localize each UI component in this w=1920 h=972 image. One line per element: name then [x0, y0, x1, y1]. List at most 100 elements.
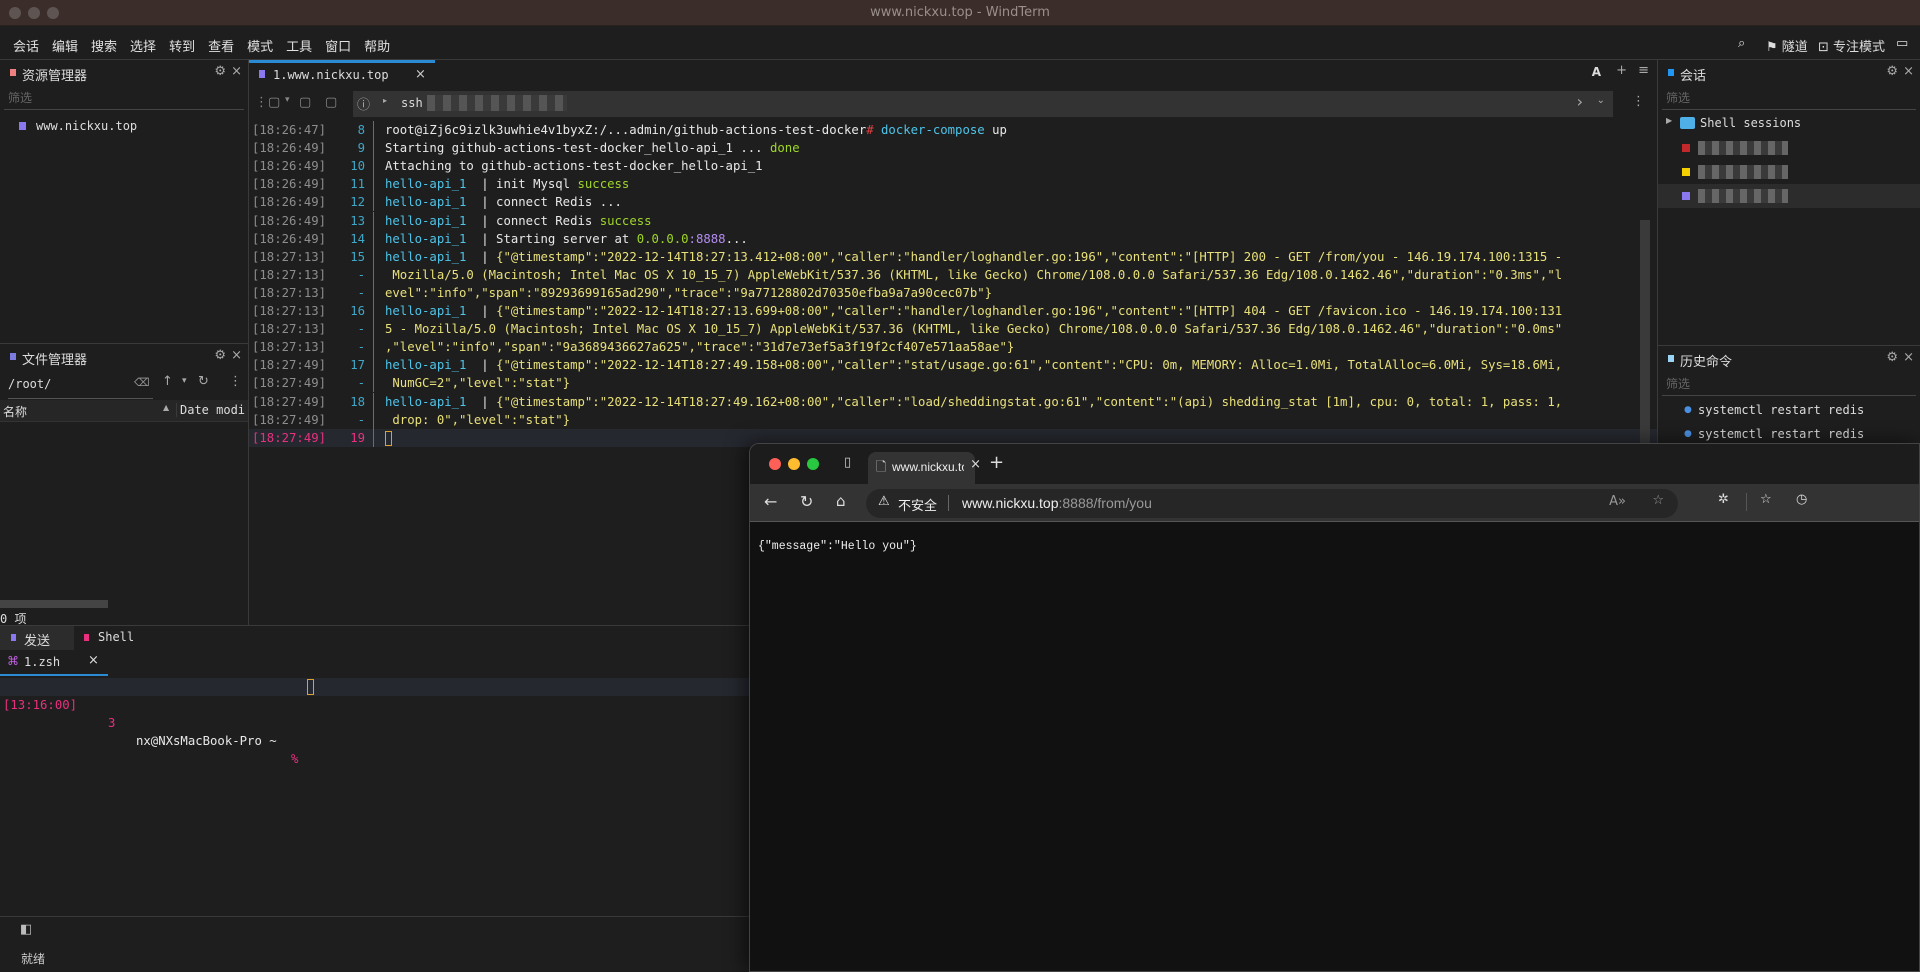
tab-shell[interactable]: Shell [80, 626, 154, 650]
menu-item[interactable]: 帮助 [364, 36, 390, 55]
more-icon[interactable]: ⋮ [229, 374, 242, 389]
new-tab-icon[interactable]: + [1616, 63, 1627, 78]
session-item[interactable] [1658, 184, 1920, 208]
info-icon[interactable]: ⓘ [357, 94, 370, 113]
zoom-window-button[interactable] [807, 458, 819, 470]
focus-label: 专注模式 [1833, 40, 1886, 55]
menu-item[interactable]: 转到 [169, 36, 195, 55]
line-number: - [357, 322, 365, 337]
close-icon[interactable]: × [1903, 64, 1914, 79]
tab-send[interactable]: 发送 [0, 626, 74, 650]
refresh-icon[interactable]: ↻ [800, 492, 813, 511]
browser-tab[interactable]: 🗋 www.nickxu.top:8888/from/you × [868, 452, 981, 484]
line-number: 16 [350, 304, 365, 318]
extensions-icon[interactable]: ✲ [1718, 492, 1729, 507]
explorer-filter-input[interactable]: 筛选 [4, 86, 244, 110]
menu-item[interactable]: 会话 [13, 36, 39, 55]
read-aloud-icon[interactable]: A» [1609, 494, 1626, 509]
close-tab-icon[interactable]: × [88, 653, 99, 668]
duplicate-session-icon[interactable]: ▢ [325, 95, 337, 110]
minimize-window-button[interactable] [788, 458, 800, 470]
menu-item[interactable]: 查看 [208, 36, 234, 55]
session-item[interactable] [1658, 136, 1920, 160]
text-segment: evel":"info","span":"89293699165ad290","… [385, 285, 993, 300]
gear-icon[interactable]: ⚙ [1886, 350, 1898, 365]
menu-item[interactable]: 模式 [247, 36, 273, 55]
tab-session[interactable]: 1.www.nickxu.top × [249, 60, 435, 88]
text-segment: hello-api_1 [385, 213, 467, 228]
line-number: 17 [350, 358, 365, 373]
go-icon[interactable]: › [1577, 92, 1583, 111]
menu-item[interactable]: 窗口 [325, 36, 351, 55]
history-item[interactable]: ● systemctl restart redis [1658, 400, 1920, 424]
line-timestamp: [18:27:49] [252, 376, 327, 391]
history-icon[interactable]: ◷ [1796, 492, 1807, 507]
close-window-button[interactable] [769, 458, 781, 470]
line-timestamp: [18:27:49] [252, 394, 327, 409]
more-icon[interactable]: ⋮ [1632, 94, 1645, 109]
refresh-icon[interactable]: ↻ [198, 374, 209, 389]
menu-item[interactable]: 搜索 [91, 36, 117, 55]
favorite-add-icon[interactable]: ☆ [1652, 493, 1664, 508]
path-input[interactable]: /root/ [8, 377, 153, 399]
line-timestamp: [18:27:49] [252, 412, 327, 427]
terminal-line: [18:26:49] 13 hello-api_1 | connect Redis … [249, 211, 1657, 230]
focus-mode-button[interactable]: ⊡ 专注模式 [1818, 36, 1885, 55]
dropdown-icon[interactable]: ▾ [285, 95, 290, 105]
tab-actions-icon[interactable]: ▯ [844, 455, 851, 470]
up-arrow-icon[interactable]: ↑ [162, 374, 173, 389]
column-name[interactable]: 名称 [3, 403, 27, 420]
horizontal-scrollbar[interactable] [0, 600, 108, 608]
gear-icon[interactable]: ⚙ [1886, 64, 1898, 79]
close-session-icon[interactable]: ▢ [299, 95, 311, 110]
text-segment: {"@timestamp":"2022-12-14T18:27:13.412+0… [496, 249, 1563, 264]
text-segment: hello-api_1 [385, 249, 467, 264]
blurred-session-name [1698, 141, 1788, 155]
blurred-region [427, 95, 567, 111]
gear-icon[interactable]: ⚙ [214, 348, 226, 363]
history-dropdown-icon[interactable]: ⌄ [1597, 95, 1605, 106]
close-tab-icon[interactable]: × [415, 67, 426, 82]
address-bar[interactable]: ⓘ ▸ ssh › ⌄ [353, 91, 1613, 117]
browser-toolbar: ← ↻ ⌂ ⚠ 不安全 www.nickxu.top:8888/from/you… [750, 484, 1919, 522]
menu-item[interactable]: 编辑 [52, 36, 78, 55]
line-timestamp: [18:26:47] [252, 123, 327, 137]
insecure-label[interactable]: 不安全 [898, 495, 937, 514]
expand-icon[interactable]: ▶ [1666, 116, 1672, 125]
home-icon[interactable]: ⌂ [836, 492, 846, 510]
dropdown-icon[interactable]: ▾ [182, 376, 187, 386]
close-tab-icon[interactable]: × [970, 457, 981, 472]
text-segment: | [466, 304, 497, 318]
close-icon[interactable]: × [231, 64, 242, 79]
zsh-terminal-line[interactable]: [13:16:00] 3 nx@NXsMacBook-Pro ~ % [0, 678, 749, 766]
sort-asc-icon: ▲ [163, 403, 170, 412]
page-icon: 🗋 [876, 460, 887, 475]
tab-menu-icon[interactable]: ≡ [1638, 63, 1649, 78]
column-date[interactable]: Date modi [176, 403, 248, 417]
panel-toggle-icon[interactable]: ◧ [20, 922, 32, 937]
font-icon[interactable]: A [1592, 65, 1601, 79]
gear-icon[interactable]: ⚙ [214, 64, 226, 79]
line-text: 5 - Mozilla/5.0 (Macintosh; Intel Mac OS… [385, 320, 1562, 338]
sessions-filter-input[interactable]: 筛选 [1662, 86, 1916, 110]
clear-icon[interactable]: ⌫ [134, 376, 150, 389]
explorer-item[interactable]: www.nickxu.top [0, 116, 248, 140]
session-folder[interactable]: ▶ Shell sessions [1658, 112, 1920, 136]
favorites-icon[interactable]: ☆ [1760, 492, 1772, 507]
menu-item[interactable]: 选择 [130, 36, 156, 55]
new-session-icon[interactable]: ⋮▢ [255, 95, 280, 110]
session-item[interactable] [1658, 160, 1920, 184]
search-icon[interactable]: ⌕ [1738, 36, 1745, 51]
session-icon [1682, 192, 1690, 200]
layout-icon[interactable]: ▭ [1896, 36, 1908, 51]
new-tab-icon[interactable]: + [989, 452, 1004, 473]
text-segment: | Starting server at [466, 231, 637, 246]
tunnel-button[interactable]: ⚑ 隧道 [1766, 36, 1808, 55]
close-icon[interactable]: × [1903, 350, 1914, 365]
tab-zsh[interactable]: ⌘ 1.zsh × [0, 650, 108, 676]
menu-item[interactable]: 工具 [286, 36, 312, 55]
close-icon[interactable]: × [231, 348, 242, 363]
url-bar[interactable]: ⚠ 不安全 www.nickxu.top:8888/from/you A» ☆ [866, 489, 1678, 518]
back-icon[interactable]: ← [764, 492, 777, 511]
history-filter-input[interactable]: 筛选 [1662, 372, 1916, 396]
